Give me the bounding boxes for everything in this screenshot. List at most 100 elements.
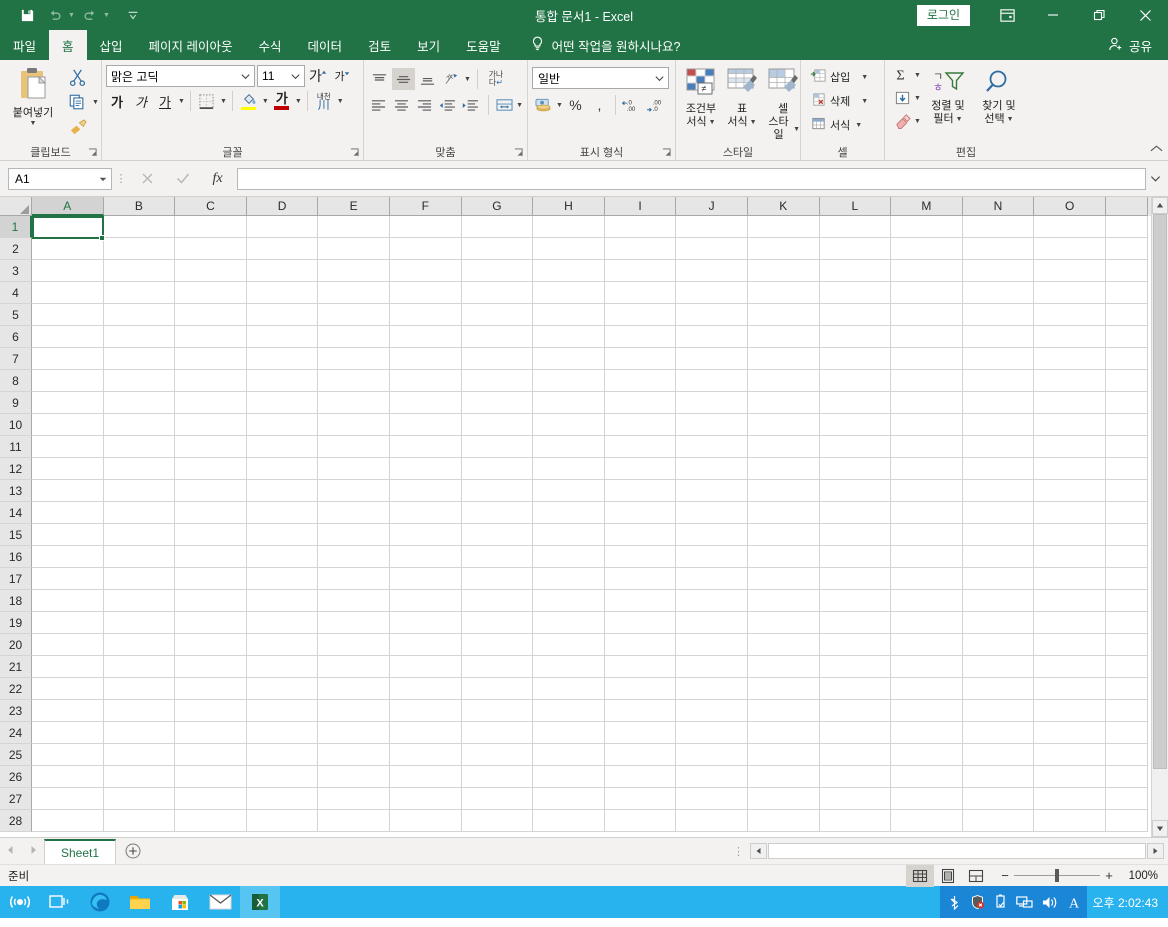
cell-G23[interactable] (461, 700, 534, 722)
cell-D15[interactable] (246, 524, 319, 546)
cell-O21[interactable] (1034, 656, 1106, 678)
font-dialog-launcher-icon[interactable] (349, 148, 359, 158)
cell-G22[interactable] (461, 678, 534, 700)
row-header-13[interactable]: 13 (0, 480, 32, 502)
cell-F25[interactable] (389, 744, 462, 766)
cell-F7[interactable] (389, 348, 462, 370)
microsoft-store-icon[interactable] (160, 886, 200, 918)
underline-dropdown-icon[interactable]: ▼ (178, 98, 185, 105)
cell-E13[interactable] (318, 480, 390, 502)
column-header-J[interactable]: J (676, 197, 748, 216)
cell-B14[interactable] (103, 502, 176, 524)
cell-H1[interactable] (533, 216, 605, 238)
row-header-28[interactable]: 28 (0, 810, 32, 832)
borders-button[interactable] (196, 90, 218, 112)
cell-F8[interactable] (389, 370, 462, 392)
cell-O7[interactable] (1034, 348, 1106, 370)
cell-A27[interactable] (32, 788, 104, 810)
vertical-scroll-thumb[interactable] (1153, 214, 1167, 769)
cell-M5[interactable] (891, 304, 963, 326)
paste-dropdown-icon[interactable]: ▼ (30, 120, 37, 127)
fill-handle[interactable] (99, 235, 105, 241)
cell-J27[interactable] (676, 788, 748, 810)
cell-L28[interactable] (819, 810, 892, 832)
cell-E22[interactable] (318, 678, 390, 700)
cell-N14[interactable] (962, 502, 1035, 524)
number-format-combobox[interactable]: 일반 (532, 67, 669, 89)
minimize-icon[interactable] (1030, 0, 1076, 30)
cell-H13[interactable] (533, 480, 605, 502)
cell-N8[interactable] (962, 370, 1035, 392)
fill-color-dropdown-icon[interactable]: ▼ (262, 98, 269, 105)
row-header-4[interactable]: 4 (0, 282, 32, 304)
cell-B15[interactable] (103, 524, 176, 546)
cell-N12[interactable] (962, 458, 1035, 480)
font-name-dropdown-icon[interactable] (237, 66, 254, 86)
cell-N7[interactable] (962, 348, 1035, 370)
scroll-down-icon[interactable] (1152, 820, 1168, 837)
cell-G10[interactable] (461, 414, 534, 436)
cell-B3[interactable] (103, 260, 176, 282)
cell-H28[interactable] (533, 810, 605, 832)
cell-N3[interactable] (962, 260, 1035, 282)
cell-N11[interactable] (962, 436, 1035, 458)
cell-D1[interactable] (246, 216, 319, 238)
cell-D17[interactable] (246, 568, 319, 590)
cell-I4[interactable] (604, 282, 677, 304)
row-header-3[interactable]: 3 (0, 260, 32, 282)
cell-H15[interactable] (533, 524, 605, 546)
clear-button[interactable] (891, 110, 914, 132)
cell-A25[interactable] (32, 744, 104, 766)
cell-O12[interactable] (1034, 458, 1106, 480)
customize-quick-access-toolbar-icon[interactable] (120, 3, 146, 27)
cell-D23[interactable] (246, 700, 319, 722)
cell-L15[interactable] (819, 524, 892, 546)
row-header-23[interactable]: 23 (0, 700, 32, 722)
cell-A24[interactable] (32, 722, 104, 744)
cell-G11[interactable] (461, 436, 534, 458)
cell-I27[interactable] (604, 788, 677, 810)
cell-L11[interactable] (819, 436, 892, 458)
cell-F10[interactable] (389, 414, 462, 436)
increase-decimal-button[interactable]: .0.00 (620, 94, 643, 116)
cell-M21[interactable] (891, 656, 963, 678)
cell-D26[interactable] (246, 766, 319, 788)
cell-K12[interactable] (747, 458, 820, 480)
cell-N26[interactable] (962, 766, 1035, 788)
align-middle-button[interactable] (392, 68, 415, 90)
cell-F24[interactable] (389, 722, 462, 744)
cell-A8[interactable] (32, 370, 104, 392)
redo-dropdown-icon[interactable]: ▼ (103, 12, 110, 19)
cell-I26[interactable] (604, 766, 677, 788)
cell-N6[interactable] (962, 326, 1035, 348)
cell-B10[interactable] (103, 414, 176, 436)
tell-me-search[interactable]: 어떤 작업을 원하시나요? (520, 30, 691, 60)
cell-H26[interactable] (533, 766, 605, 788)
cell-H3[interactable] (533, 260, 605, 282)
cell-I15[interactable] (604, 524, 677, 546)
align-bottom-button[interactable] (416, 68, 439, 90)
close-icon[interactable] (1122, 0, 1168, 30)
cell-N27[interactable] (962, 788, 1035, 810)
row-header-22[interactable]: 22 (0, 678, 32, 700)
cortana-icon[interactable] (0, 886, 40, 918)
cell-E1[interactable] (318, 216, 390, 238)
fx-icon[interactable]: fx (200, 168, 235, 190)
row-header-14[interactable]: 14 (0, 502, 32, 524)
cell-J28[interactable] (676, 810, 748, 832)
cell-A7[interactable] (32, 348, 104, 370)
cell-K6[interactable] (747, 326, 820, 348)
cell-F13[interactable] (389, 480, 462, 502)
cell-G3[interactable] (461, 260, 534, 282)
insert-cells-button[interactable]: 삽입 ▼ (807, 65, 880, 89)
cell-D8[interactable] (246, 370, 319, 392)
collapse-ribbon-icon[interactable] (1150, 144, 1163, 157)
cell-O24[interactable] (1034, 722, 1106, 744)
cell-C2[interactable] (175, 238, 247, 260)
cell-J22[interactable] (676, 678, 748, 700)
font-color-dropdown-icon[interactable]: ▼ (295, 98, 302, 105)
orientation-button[interactable]: 가 (440, 68, 463, 90)
cell-N16[interactable] (962, 546, 1035, 568)
row-header-20[interactable]: 20 (0, 634, 32, 656)
conditional-formatting-button[interactable]: ≠ 조건부 서식 ▼ (680, 65, 722, 144)
